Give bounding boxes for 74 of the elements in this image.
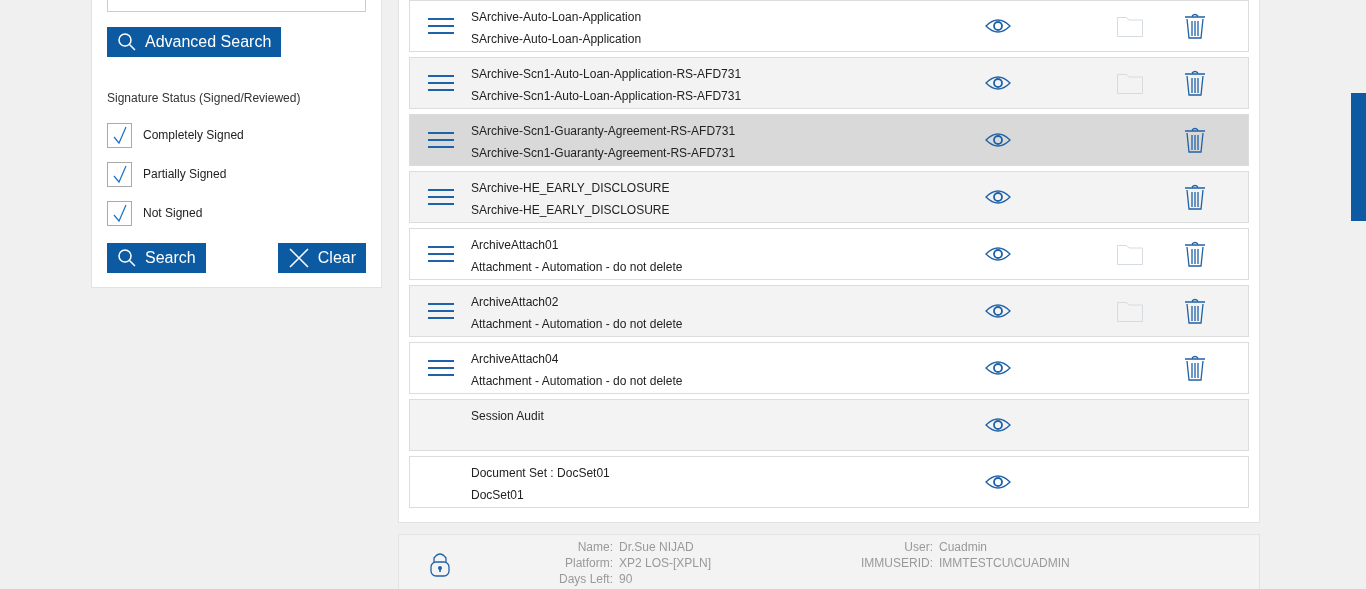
menu-icon[interactable] (427, 245, 454, 263)
menu-icon[interactable] (427, 188, 454, 206)
document-subtitle: DocSet01 (471, 488, 525, 502)
menu-icon[interactable] (427, 302, 454, 320)
info-value: XP2 LOS-[XPLN] (619, 556, 713, 570)
trash-icon[interactable] (1184, 241, 1206, 267)
document-row[interactable]: SArchive-Auto-Loan-Application SArchive-Auto-Loan-Application (409, 0, 1249, 52)
eye-icon[interactable] (985, 474, 1011, 490)
info-label: Name: (576, 540, 613, 554)
document-row[interactable]: Session Audit (409, 399, 1249, 451)
document-title: ArchiveAttach02 (471, 295, 560, 309)
checkbox[interactable] (107, 161, 132, 187)
menu-icon[interactable] (427, 74, 454, 92)
document-row[interactable]: Document Set : DocSet01 DocSet01 (409, 456, 1249, 508)
eye-icon[interactable] (985, 189, 1011, 205)
info-value: IMMTESTCU\CUADMIN (939, 556, 1070, 570)
eye-icon[interactable] (985, 303, 1011, 319)
lock-icon (430, 551, 450, 577)
trash-icon[interactable] (1184, 184, 1206, 210)
document-title: Document Set : DocSet01 (471, 466, 611, 480)
document-row[interactable]: SArchive-HE_EARLY_DISCLOSURE SArchive-HE_EARLY_DISCLOSURE (409, 171, 1249, 223)
document-row[interactable]: ArchiveAttach04 Attachment - Automation - do not delete (409, 342, 1249, 394)
checkbox[interactable] (107, 200, 132, 226)
document-row[interactable]: ArchiveAttach02 Attachment - Automation - do not delete (409, 285, 1249, 337)
trash-icon[interactable] (1184, 298, 1206, 324)
info-value: Dr.Sue NIJAD (619, 540, 695, 554)
trash-icon[interactable] (1184, 355, 1206, 381)
search-field[interactable] (107, 0, 366, 12)
checkbox-label: Completely Signed (143, 128, 244, 142)
eye-icon[interactable] (985, 18, 1011, 34)
checkbox[interactable] (107, 122, 132, 148)
document-title: ArchiveAttach01 (471, 238, 560, 252)
document-subtitle: SArchive-Auto-Loan-Application (471, 32, 643, 46)
info-label: Days Left: (557, 572, 613, 586)
document-row[interactable]: SArchive-Scn1-Auto-Loan-Application-RS-AFD731 SArchive-Scn1-Auto-Loan-Application-RS-AFD731 (409, 57, 1249, 109)
clear-button[interactable]: Clear (277, 243, 366, 273)
document-row[interactable]: ArchiveAttach01 Attachment - Automation - do not delete (409, 228, 1249, 280)
document-title: Session Audit (471, 409, 545, 423)
document-subtitle: SArchive-HE_EARLY_DISCLOSURE (471, 203, 671, 217)
document-subtitle: Attachment - Automation - do not delete (471, 317, 684, 331)
document-title: SArchive-Scn1-Auto-Loan-Application-RS-AFD731 (471, 67, 743, 81)
trash-icon[interactable] (1184, 127, 1206, 153)
eye-icon[interactable] (985, 246, 1011, 262)
search-button[interactable]: Search (107, 243, 206, 273)
trash-icon[interactable] (1184, 13, 1206, 39)
document-subtitle: Attachment - Automation - do not delete (471, 374, 684, 388)
checkbox-label: Partially Signed (143, 167, 227, 181)
info-label: User: (903, 540, 933, 554)
menu-icon[interactable] (427, 17, 454, 35)
signature-status-label: Signature Status (Signed/Reviewed) (107, 91, 302, 105)
eye-icon[interactable] (985, 132, 1011, 148)
info-label: IMMUSERID: (860, 556, 933, 570)
info-value: 90 (619, 572, 634, 586)
info-value: Cuadmin (939, 540, 989, 554)
document-title: ArchiveAttach04 (471, 352, 560, 366)
document-title: SArchive-HE_EARLY_DISCLOSURE (471, 181, 671, 195)
eye-icon[interactable] (985, 75, 1011, 91)
menu-icon[interactable] (427, 359, 454, 377)
trash-icon[interactable] (1184, 70, 1206, 96)
search-icon (117, 248, 137, 268)
advanced-search-button[interactable]: Advanced Search (107, 27, 282, 57)
close-icon (287, 247, 310, 269)
info-label: Platform: (564, 556, 613, 570)
document-title: SArchive-Scn1-Guaranty-Agreement-RS-AFD731 (471, 124, 737, 138)
menu-icon[interactable] (427, 131, 454, 149)
checkbox-label: Not Signed (143, 206, 203, 220)
document-subtitle: SArchive-Scn1-Auto-Loan-Application-RS-AFD731 (471, 89, 743, 103)
document-subtitle: SArchive-Scn1-Guaranty-Agreement-RS-AFD731 (471, 146, 737, 160)
search-icon (117, 32, 137, 52)
eye-icon[interactable] (985, 360, 1011, 376)
document-title: SArchive-Auto-Loan-Application (471, 10, 643, 24)
document-row[interactable]: SArchive-Scn1-Guaranty-Agreement-RS-AFD731 SArchive-Scn1-Guaranty-Agreement-RS-AFD731 (409, 114, 1249, 166)
document-subtitle: Attachment - Automation - do not delete (471, 260, 684, 274)
eye-icon[interactable] (985, 417, 1011, 433)
